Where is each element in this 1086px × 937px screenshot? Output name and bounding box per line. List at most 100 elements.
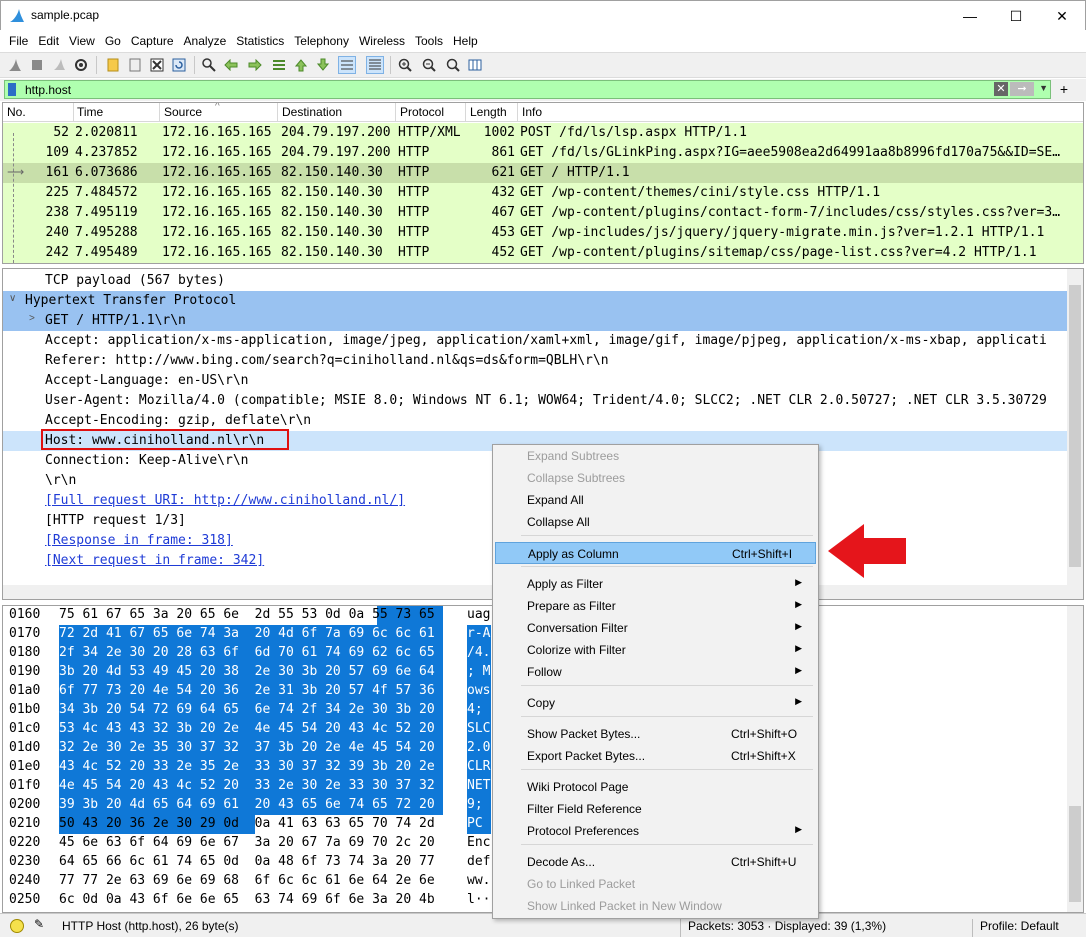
column-header-protocol[interactable]: Protocol bbox=[400, 105, 444, 119]
status-profile[interactable]: Profile: Default bbox=[980, 919, 1059, 933]
clear-filter-icon[interactable]: ✕ bbox=[994, 82, 1008, 96]
hex-asc: /4. bbox=[467, 645, 491, 660]
column-header-length[interactable]: Length bbox=[470, 105, 507, 119]
submenu-arrow-icon: ▶ bbox=[795, 696, 802, 706]
start-capture-icon[interactable] bbox=[6, 56, 24, 74]
save-file-icon[interactable] bbox=[126, 56, 144, 74]
packet-cell-dst: 82.150.140.30 bbox=[281, 185, 383, 200]
packet-row[interactable]: 242 7.495489 172.16.165.165 82.150.140.30 HT… bbox=[3, 243, 1083, 263]
detail-accept-encoding[interactable]: Accept-Encoding: gzip, deflate\r\n bbox=[3, 411, 1069, 431]
maximize-button[interactable]: ☐ bbox=[993, 1, 1039, 31]
packet-row[interactable]: 52 2.020811 172.16.165.165 204.79.197.200 HT… bbox=[3, 123, 1083, 143]
open-file-icon[interactable] bbox=[104, 56, 122, 74]
packet-row[interactable]: 225 7.484572 172.16.165.165 82.150.140.30 HT… bbox=[3, 183, 1083, 203]
detail-accept-language[interactable]: Accept-Language: en-US\r\n bbox=[3, 371, 1069, 391]
menu-item-apply-as-filter[interactable]: Apply as Filter ▶ bbox=[495, 573, 816, 595]
autoscroll-icon[interactable] bbox=[338, 56, 356, 74]
menu-item-collapse-all[interactable]: Collapse All bbox=[495, 511, 816, 533]
menu-wireless[interactable]: Wireless bbox=[354, 34, 410, 48]
zoom-in-icon[interactable] bbox=[396, 56, 414, 74]
edit-comment-icon[interactable]: ✎ bbox=[34, 917, 44, 931]
bytes-vertical-scrollbar[interactable] bbox=[1067, 606, 1083, 912]
stop-capture-icon[interactable] bbox=[28, 56, 46, 74]
detail-accept[interactable]: Accept: application/x-ms-application, im… bbox=[3, 331, 1069, 351]
menu-item-label: Collapse Subtrees bbox=[527, 471, 626, 485]
filter-history-chevron-icon[interactable]: ▼ bbox=[1039, 83, 1048, 93]
add-filter-button[interactable]: + bbox=[1060, 81, 1068, 97]
column-header-time[interactable]: Time bbox=[77, 105, 103, 119]
expert-info-led-icon[interactable] bbox=[10, 919, 24, 933]
menu-item-label: Export Packet Bytes... bbox=[527, 749, 646, 763]
hex-hex: 43 4c 52 20 33 2e 35 2e 33 30 37 32 39 3… bbox=[59, 759, 435, 774]
minimize-button[interactable]: — bbox=[947, 1, 993, 31]
menu-file[interactable]: File bbox=[4, 34, 33, 48]
menu-item-colorize-with-filter[interactable]: Colorize with Filter ▶ bbox=[495, 639, 816, 661]
detail-http-protocol[interactable]: ∨ Hypertext Transfer Protocol bbox=[3, 291, 1069, 311]
menu-item-follow[interactable]: Follow ▶ bbox=[495, 661, 816, 683]
column-header-source[interactable]: Source bbox=[164, 105, 202, 119]
packet-row[interactable]: 161 6.073686 172.16.165.165 82.150.140.30 HT… bbox=[3, 163, 1083, 183]
menu-go[interactable]: Go bbox=[100, 34, 126, 48]
close-file-icon[interactable] bbox=[148, 56, 166, 74]
menu-item-apply-as-column[interactable]: Apply as Column Ctrl+Shift+I bbox=[495, 542, 816, 564]
go-forward-icon[interactable] bbox=[246, 56, 264, 74]
menu-item-prepare-as-filter[interactable]: Prepare as Filter ▶ bbox=[495, 595, 816, 617]
packet-row[interactable]: 109 4.237852 172.16.165.165 204.79.197.200 H… bbox=[3, 143, 1083, 163]
menu-edit[interactable]: Edit bbox=[33, 34, 64, 48]
menu-item-label: Show Linked Packet in New Window bbox=[527, 899, 722, 913]
expanded-chevron-icon[interactable]: ∨ bbox=[9, 293, 16, 304]
hex-hex: 53 4c 43 43 32 3b 20 2e 4e 45 54 20 43 4… bbox=[59, 721, 435, 736]
menu-analyze[interactable]: Analyze bbox=[179, 34, 232, 48]
red-arrow-annotation-icon bbox=[828, 524, 906, 578]
collapsed-chevron-icon[interactable]: > bbox=[29, 313, 35, 324]
column-header-info[interactable]: Info bbox=[522, 105, 542, 119]
menu-item-protocol-preferences[interactable]: Protocol Preferences ▶ bbox=[495, 820, 816, 842]
packet-list[interactable]: No. Time Source ^ Destination Protocol L… bbox=[2, 102, 1084, 264]
go-to-packet-icon[interactable] bbox=[270, 56, 288, 74]
packet-row[interactable]: 240 7.495288 172.16.165.165 82.150.140.30 HT… bbox=[3, 223, 1083, 243]
detail-tcp-payload[interactable]: TCP payload (567 bytes) bbox=[3, 271, 1069, 291]
reload-file-icon[interactable] bbox=[170, 56, 188, 74]
close-button[interactable]: ✕ bbox=[1039, 1, 1085, 31]
menu-item-decode-as[interactable]: Decode As... Ctrl+Shift+U bbox=[495, 851, 816, 873]
apply-filter-arrow-icon[interactable]: ➞ bbox=[1010, 82, 1034, 96]
packet-row[interactable]: 238 7.495119 172.16.165.165 82.150.140.30 HT… bbox=[3, 203, 1083, 223]
column-header-no[interactable]: No. bbox=[7, 105, 26, 119]
filter-text[interactable]: http.host bbox=[25, 83, 71, 97]
menu-item-conversation-filter[interactable]: Conversation Filter ▶ bbox=[495, 617, 816, 639]
menu-item-copy[interactable]: Copy ▶ bbox=[495, 692, 816, 714]
menu-item-filter-field-reference[interactable]: Filter Field Reference bbox=[495, 798, 816, 820]
column-header-destination[interactable]: Destination bbox=[282, 105, 342, 119]
detail-user-agent[interactable]: User-Agent: Mozilla/4.0 (compatible; MSI… bbox=[3, 391, 1069, 411]
first-packet-icon[interactable] bbox=[292, 56, 310, 74]
last-packet-icon[interactable] bbox=[314, 56, 332, 74]
resize-columns-icon[interactable] bbox=[466, 56, 484, 74]
details-vertical-scrollbar[interactable] bbox=[1067, 269, 1083, 599]
zoom-normal-icon[interactable] bbox=[444, 56, 462, 74]
menu-telephony[interactable]: Telephony bbox=[289, 34, 354, 48]
menu-item-expand-all[interactable]: Expand All bbox=[495, 489, 816, 511]
menu-help[interactable]: Help bbox=[448, 34, 483, 48]
submenu-arrow-icon: ▶ bbox=[795, 665, 802, 675]
restart-capture-icon[interactable] bbox=[50, 56, 68, 74]
detail-referer[interactable]: Referer: http://www.bing.com/search?q=ci… bbox=[3, 351, 1069, 371]
menu-view[interactable]: View bbox=[64, 34, 100, 48]
go-back-icon[interactable] bbox=[222, 56, 240, 74]
packet-cell-no: 109 bbox=[45, 145, 69, 160]
detail-request-line[interactable]: > GET / HTTP/1.1\r\n bbox=[3, 311, 1069, 331]
capture-options-icon[interactable] bbox=[72, 56, 90, 74]
host-highlight-box bbox=[41, 429, 289, 450]
colorize-icon[interactable] bbox=[366, 56, 384, 74]
menu-statistics[interactable]: Statistics bbox=[231, 34, 289, 48]
menu-item-wiki-protocol-page[interactable]: Wiki Protocol Page bbox=[495, 776, 816, 798]
packet-cell-proto: HTTP bbox=[398, 165, 430, 180]
display-filter-input[interactable]: http.host ✕ ➞ ▼ bbox=[4, 80, 1051, 99]
menu-capture[interactable]: Capture bbox=[126, 34, 179, 48]
menu-item-export-packet-bytes[interactable]: Export Packet Bytes... Ctrl+Shift+X bbox=[495, 745, 816, 767]
menu-tools[interactable]: Tools bbox=[410, 34, 448, 48]
zoom-out-icon[interactable] bbox=[420, 56, 438, 74]
submenu-arrow-icon: ▶ bbox=[795, 621, 802, 631]
bookmark-icon[interactable] bbox=[8, 83, 16, 96]
find-packet-icon[interactable] bbox=[200, 56, 218, 74]
menu-item-show-packet-bytes[interactable]: Show Packet Bytes... Ctrl+Shift+O bbox=[495, 723, 816, 745]
